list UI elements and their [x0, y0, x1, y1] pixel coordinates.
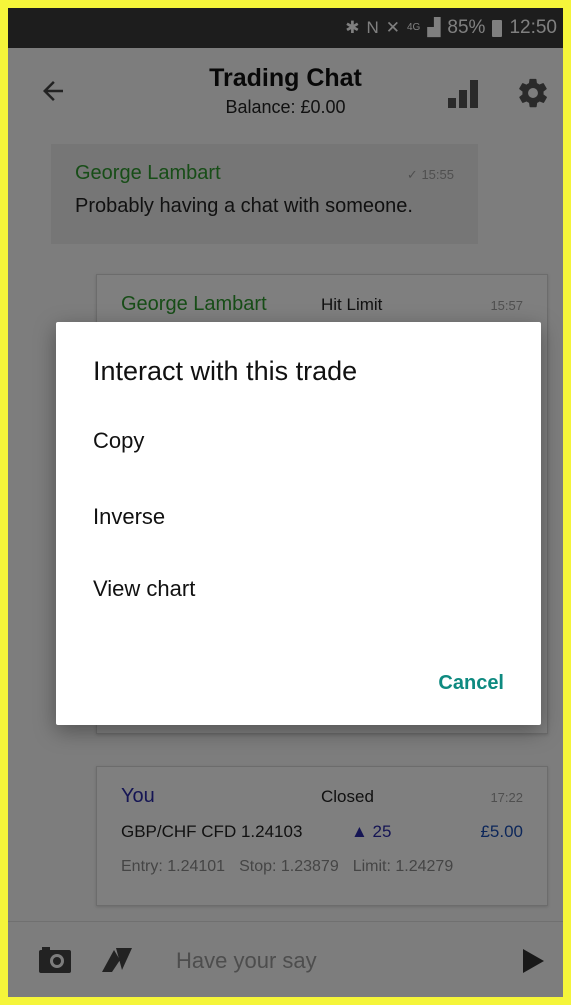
view-chart-option[interactable]: View chart	[93, 576, 195, 602]
inverse-option[interactable]: Inverse	[93, 504, 165, 530]
cancel-button[interactable]: Cancel	[438, 672, 504, 695]
dialog-title: Interact with this trade	[93, 356, 358, 386]
trade-action-dialog: Interact with this trade Copy Inverse Vi…	[56, 322, 541, 725]
app-frame: ✱ N ✕ 4G ▟ 85% 12:50 Trading Chat Balanc…	[8, 8, 563, 997]
copy-option[interactable]: Copy	[93, 428, 144, 454]
